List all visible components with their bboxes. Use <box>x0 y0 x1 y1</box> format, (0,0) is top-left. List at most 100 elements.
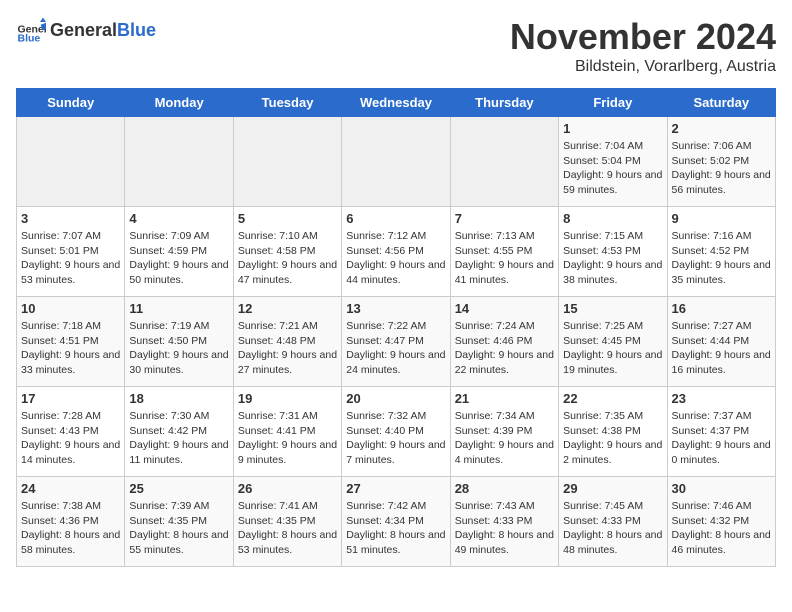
day-info: Sunrise: 7:12 AM Sunset: 4:56 PM Dayligh… <box>346 229 445 288</box>
logo: General Blue GeneralBlue <box>16 16 156 46</box>
day-info: Sunrise: 7:15 AM Sunset: 4:53 PM Dayligh… <box>563 229 662 288</box>
day-info: Sunrise: 7:42 AM Sunset: 4:34 PM Dayligh… <box>346 499 445 558</box>
day-info: Sunrise: 7:25 AM Sunset: 4:45 PM Dayligh… <box>563 319 662 378</box>
day-number: 25 <box>129 481 228 496</box>
col-friday: Friday <box>559 89 667 117</box>
day-number: 13 <box>346 301 445 316</box>
table-row: 21 Sunrise: 7:34 AM Sunset: 4:39 PM Dayli… <box>450 387 558 477</box>
col-monday: Monday <box>125 89 233 117</box>
table-row: 28 Sunrise: 7:43 AM Sunset: 4:33 PM Dayli… <box>450 477 558 567</box>
day-info: Sunrise: 7:45 AM Sunset: 4:33 PM Dayligh… <box>563 499 662 558</box>
day-info: Sunrise: 7:21 AM Sunset: 4:48 PM Dayligh… <box>238 319 337 378</box>
day-info: Sunrise: 7:07 AM Sunset: 5:01 PM Dayligh… <box>21 229 120 288</box>
table-row: 19Sunrise: 7:31 AM Sunset: 4:41 PM Dayli… <box>233 387 341 477</box>
day-info: Sunrise: 7:04 AM Sunset: 5:04 PM Dayligh… <box>563 139 662 198</box>
table-row: 13 Sunrise: 7:22 AM Sunset: 4:47 PM Dayli… <box>342 297 450 387</box>
table-row: 11Sunrise: 7:19 AM Sunset: 4:50 PM Dayli… <box>125 297 233 387</box>
calendar-week-row: 17Sunrise: 7:28 AM Sunset: 4:43 PM Dayli… <box>17 387 776 477</box>
month-title: November 2024 <box>510 16 776 58</box>
day-number: 18 <box>129 391 228 406</box>
day-info: Sunrise: 7:22 AM Sunset: 4:47 PM Dayligh… <box>346 319 445 378</box>
col-saturday: Saturday <box>667 89 775 117</box>
day-number: 22 <box>563 391 662 406</box>
day-number: 4 <box>129 211 228 226</box>
day-info: Sunrise: 7:13 AM Sunset: 4:55 PM Dayligh… <box>455 229 554 288</box>
table-row <box>125 117 233 207</box>
table-row: 24Sunrise: 7:38 AM Sunset: 4:36 PM Dayli… <box>17 477 125 567</box>
day-info: Sunrise: 7:46 AM Sunset: 4:32 PM Dayligh… <box>672 499 771 558</box>
day-number: 2 <box>672 121 771 136</box>
table-row: 9 Sunrise: 7:16 AM Sunset: 4:52 PM Daylig… <box>667 207 775 297</box>
day-info: Sunrise: 7:19 AM Sunset: 4:50 PM Dayligh… <box>129 319 228 378</box>
day-number: 21 <box>455 391 554 406</box>
day-number: 1 <box>563 121 662 136</box>
day-number: 16 <box>672 301 771 316</box>
table-row: 30Sunrise: 7:46 AM Sunset: 4:32 PM Dayli… <box>667 477 775 567</box>
table-row: 8 Sunrise: 7:15 AM Sunset: 4:53 PM Daylig… <box>559 207 667 297</box>
table-row: 6 Sunrise: 7:12 AM Sunset: 4:56 PM Daylig… <box>342 207 450 297</box>
day-info: Sunrise: 7:32 AM Sunset: 4:40 PM Dayligh… <box>346 409 445 468</box>
day-info: Sunrise: 7:37 AM Sunset: 4:37 PM Dayligh… <box>672 409 771 468</box>
table-row: 10Sunrise: 7:18 AM Sunset: 4:51 PM Dayli… <box>17 297 125 387</box>
day-number: 26 <box>238 481 337 496</box>
day-number: 5 <box>238 211 337 226</box>
day-number: 15 <box>563 301 662 316</box>
day-number: 28 <box>455 481 554 496</box>
calendar-week-row: 1 Sunrise: 7:04 AM Sunset: 5:04 PM Daylig… <box>17 117 776 207</box>
calendar-table: Sunday Monday Tuesday Wednesday Thursday… <box>16 88 776 567</box>
day-info: Sunrise: 7:39 AM Sunset: 4:35 PM Dayligh… <box>129 499 228 558</box>
logo-general-text: GeneralBlue <box>50 21 156 41</box>
day-info: Sunrise: 7:09 AM Sunset: 4:59 PM Dayligh… <box>129 229 228 288</box>
day-info: Sunrise: 7:27 AM Sunset: 4:44 PM Dayligh… <box>672 319 771 378</box>
day-number: 20 <box>346 391 445 406</box>
day-number: 14 <box>455 301 554 316</box>
location-subtitle: Bildstein, Vorarlberg, Austria <box>510 58 776 76</box>
table-row: 14 Sunrise: 7:24 AM Sunset: 4:46 PM Dayli… <box>450 297 558 387</box>
day-number: 7 <box>455 211 554 226</box>
day-info: Sunrise: 7:34 AM Sunset: 4:39 PM Dayligh… <box>455 409 554 468</box>
day-info: Sunrise: 7:18 AM Sunset: 4:51 PM Dayligh… <box>21 319 120 378</box>
table-row: 7 Sunrise: 7:13 AM Sunset: 4:55 PM Daylig… <box>450 207 558 297</box>
table-row: 17Sunrise: 7:28 AM Sunset: 4:43 PM Dayli… <box>17 387 125 477</box>
day-number: 24 <box>21 481 120 496</box>
table-row: 23 Sunrise: 7:37 AM Sunset: 4:37 PM Dayli… <box>667 387 775 477</box>
day-info: Sunrise: 7:16 AM Sunset: 4:52 PM Dayligh… <box>672 229 771 288</box>
day-number: 8 <box>563 211 662 226</box>
day-info: Sunrise: 7:10 AM Sunset: 4:58 PM Dayligh… <box>238 229 337 288</box>
table-row: 12Sunrise: 7:21 AM Sunset: 4:48 PM Dayli… <box>233 297 341 387</box>
day-number: 3 <box>21 211 120 226</box>
table-row <box>17 117 125 207</box>
day-info: Sunrise: 7:35 AM Sunset: 4:38 PM Dayligh… <box>563 409 662 468</box>
day-info: Sunrise: 7:24 AM Sunset: 4:46 PM Dayligh… <box>455 319 554 378</box>
table-row <box>342 117 450 207</box>
table-row: 29Sunrise: 7:45 AM Sunset: 4:33 PM Dayli… <box>559 477 667 567</box>
day-info: Sunrise: 7:30 AM Sunset: 4:42 PM Dayligh… <box>129 409 228 468</box>
day-number: 6 <box>346 211 445 226</box>
day-number: 9 <box>672 211 771 226</box>
table-row: 26 Sunrise: 7:41 AM Sunset: 4:35 PM Dayli… <box>233 477 341 567</box>
calendar-header-row: Sunday Monday Tuesday Wednesday Thursday… <box>17 89 776 117</box>
calendar-week-row: 10Sunrise: 7:18 AM Sunset: 4:51 PM Dayli… <box>17 297 776 387</box>
page-header: General Blue GeneralBlue November 2024 B… <box>16 16 776 76</box>
day-number: 23 <box>672 391 771 406</box>
col-sunday: Sunday <box>17 89 125 117</box>
table-row: 4 Sunrise: 7:09 AM Sunset: 4:59 PM Daylig… <box>125 207 233 297</box>
day-info: Sunrise: 7:41 AM Sunset: 4:35 PM Dayligh… <box>238 499 337 558</box>
table-row <box>233 117 341 207</box>
calendar-week-row: 24Sunrise: 7:38 AM Sunset: 4:36 PM Dayli… <box>17 477 776 567</box>
day-info: Sunrise: 7:43 AM Sunset: 4:33 PM Dayligh… <box>455 499 554 558</box>
title-area: November 2024 Bildstein, Vorarlberg, Aus… <box>510 16 776 76</box>
table-row: 1 Sunrise: 7:04 AM Sunset: 5:04 PM Daylig… <box>559 117 667 207</box>
table-row: 25 Sunrise: 7:39 AM Sunset: 4:35 PM Dayli… <box>125 477 233 567</box>
table-row: 16 Sunrise: 7:27 AM Sunset: 4:44 PM Dayli… <box>667 297 775 387</box>
table-row: 3 Sunrise: 7:07 AM Sunset: 5:01 PM Daylig… <box>17 207 125 297</box>
day-number: 19 <box>238 391 337 406</box>
calendar-week-row: 3 Sunrise: 7:07 AM Sunset: 5:01 PM Daylig… <box>17 207 776 297</box>
col-tuesday: Tuesday <box>233 89 341 117</box>
table-row: 5 Sunrise: 7:10 AM Sunset: 4:58 PM Daylig… <box>233 207 341 297</box>
table-row: 15 Sunrise: 7:25 AM Sunset: 4:45 PM Dayli… <box>559 297 667 387</box>
day-number: 27 <box>346 481 445 496</box>
table-row: 2Sunrise: 7:06 AM Sunset: 5:02 PM Daylig… <box>667 117 775 207</box>
day-info: Sunrise: 7:28 AM Sunset: 4:43 PM Dayligh… <box>21 409 120 468</box>
table-row <box>450 117 558 207</box>
